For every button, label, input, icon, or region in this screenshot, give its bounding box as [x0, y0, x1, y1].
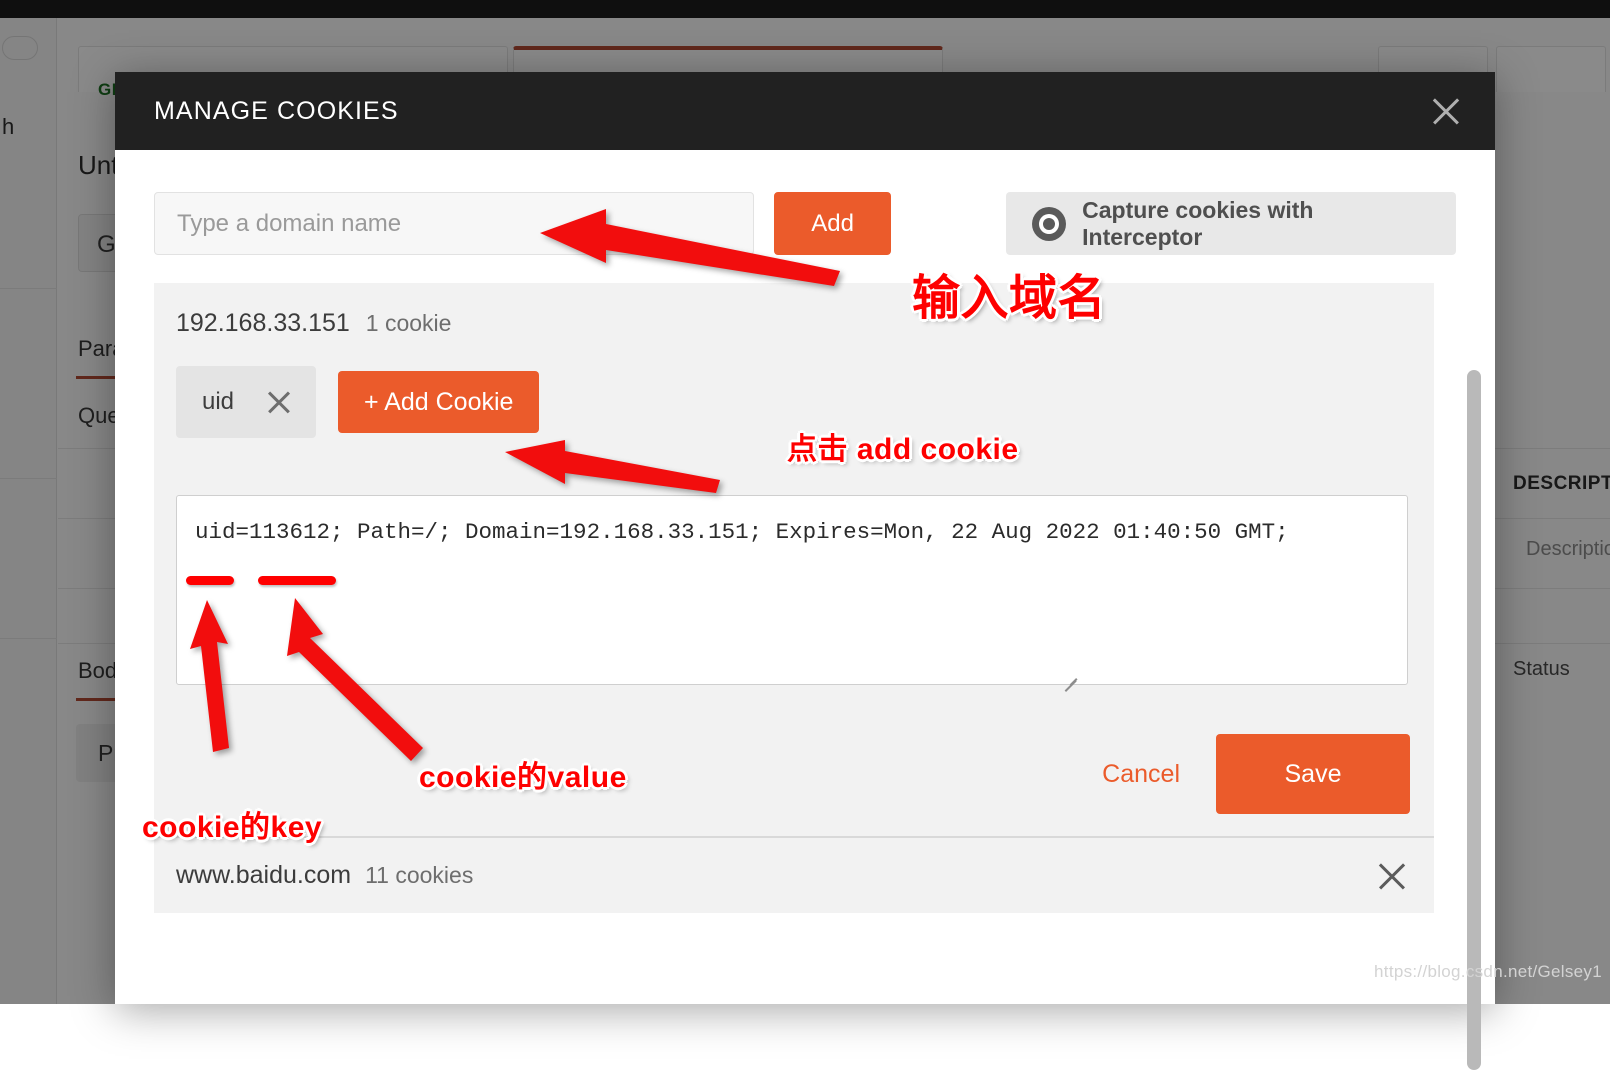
- add-cookie-button[interactable]: + Add Cookie: [338, 371, 539, 433]
- close-icon[interactable]: [262, 385, 296, 419]
- annotation-underline-value: [258, 576, 336, 585]
- watermark: https://blog.csdn.net/Gelsey1: [1374, 962, 1602, 982]
- cookie-domain-header: www.baidu.com 11 cookies: [176, 861, 473, 890]
- cookie-count: 1 cookie: [366, 310, 452, 336]
- save-button[interactable]: Save: [1216, 734, 1410, 814]
- cancel-button[interactable]: Cancel: [1102, 760, 1180, 789]
- cookie-count: 11 cookies: [365, 862, 473, 888]
- panel-actions: Cancel Save: [1102, 734, 1410, 814]
- close-icon[interactable]: [1423, 88, 1469, 134]
- partial-cookie-chip-row: BD_HOME ✕ BD_HOME ✕ BD_UPN ✕ ✕ ✕ ORIGIN: [154, 913, 1456, 937]
- capture-cookies-label: Capture cookies with Interceptor: [1082, 197, 1430, 251]
- cookie-chip-label: uid: [202, 388, 234, 416]
- annotation-arrow-domain: [540, 205, 840, 290]
- modal-header: MANAGE COOKIES: [115, 72, 1495, 150]
- cookie-chip[interactable]: uid: [176, 366, 316, 438]
- cookie-domain-name: www.baidu.com: [176, 861, 351, 889]
- modal-title: MANAGE COOKIES: [154, 97, 399, 126]
- annotation-arrow-key: [180, 600, 240, 755]
- cookie-domain-name: 192.168.33.151: [176, 309, 350, 337]
- annotation-underline-key: [186, 576, 234, 585]
- annotation-enter-domain: 输入域名: [912, 258, 1106, 328]
- interceptor-icon: [1032, 207, 1066, 241]
- cookie-domain-row-baidu[interactable]: www.baidu.com 11 cookies: [154, 838, 1434, 913]
- annotation-cookie-value: cookie的value: [419, 752, 627, 796]
- annotation-cookie-key: cookie的key: [142, 802, 322, 846]
- annotation-click-add-cookie: 点击 add cookie: [787, 424, 1019, 468]
- cookie-domain-header: 192.168.33.151 1 cookie: [154, 283, 1434, 338]
- annotation-arrow-add-cookie: [505, 440, 720, 495]
- annotation-arrow-value: [275, 598, 425, 763]
- close-icon[interactable]: [1372, 856, 1412, 896]
- cookie-chip-row: uid + Add Cookie: [154, 338, 1434, 438]
- capture-cookies-interceptor-button[interactable]: Capture cookies with Interceptor: [1006, 192, 1456, 255]
